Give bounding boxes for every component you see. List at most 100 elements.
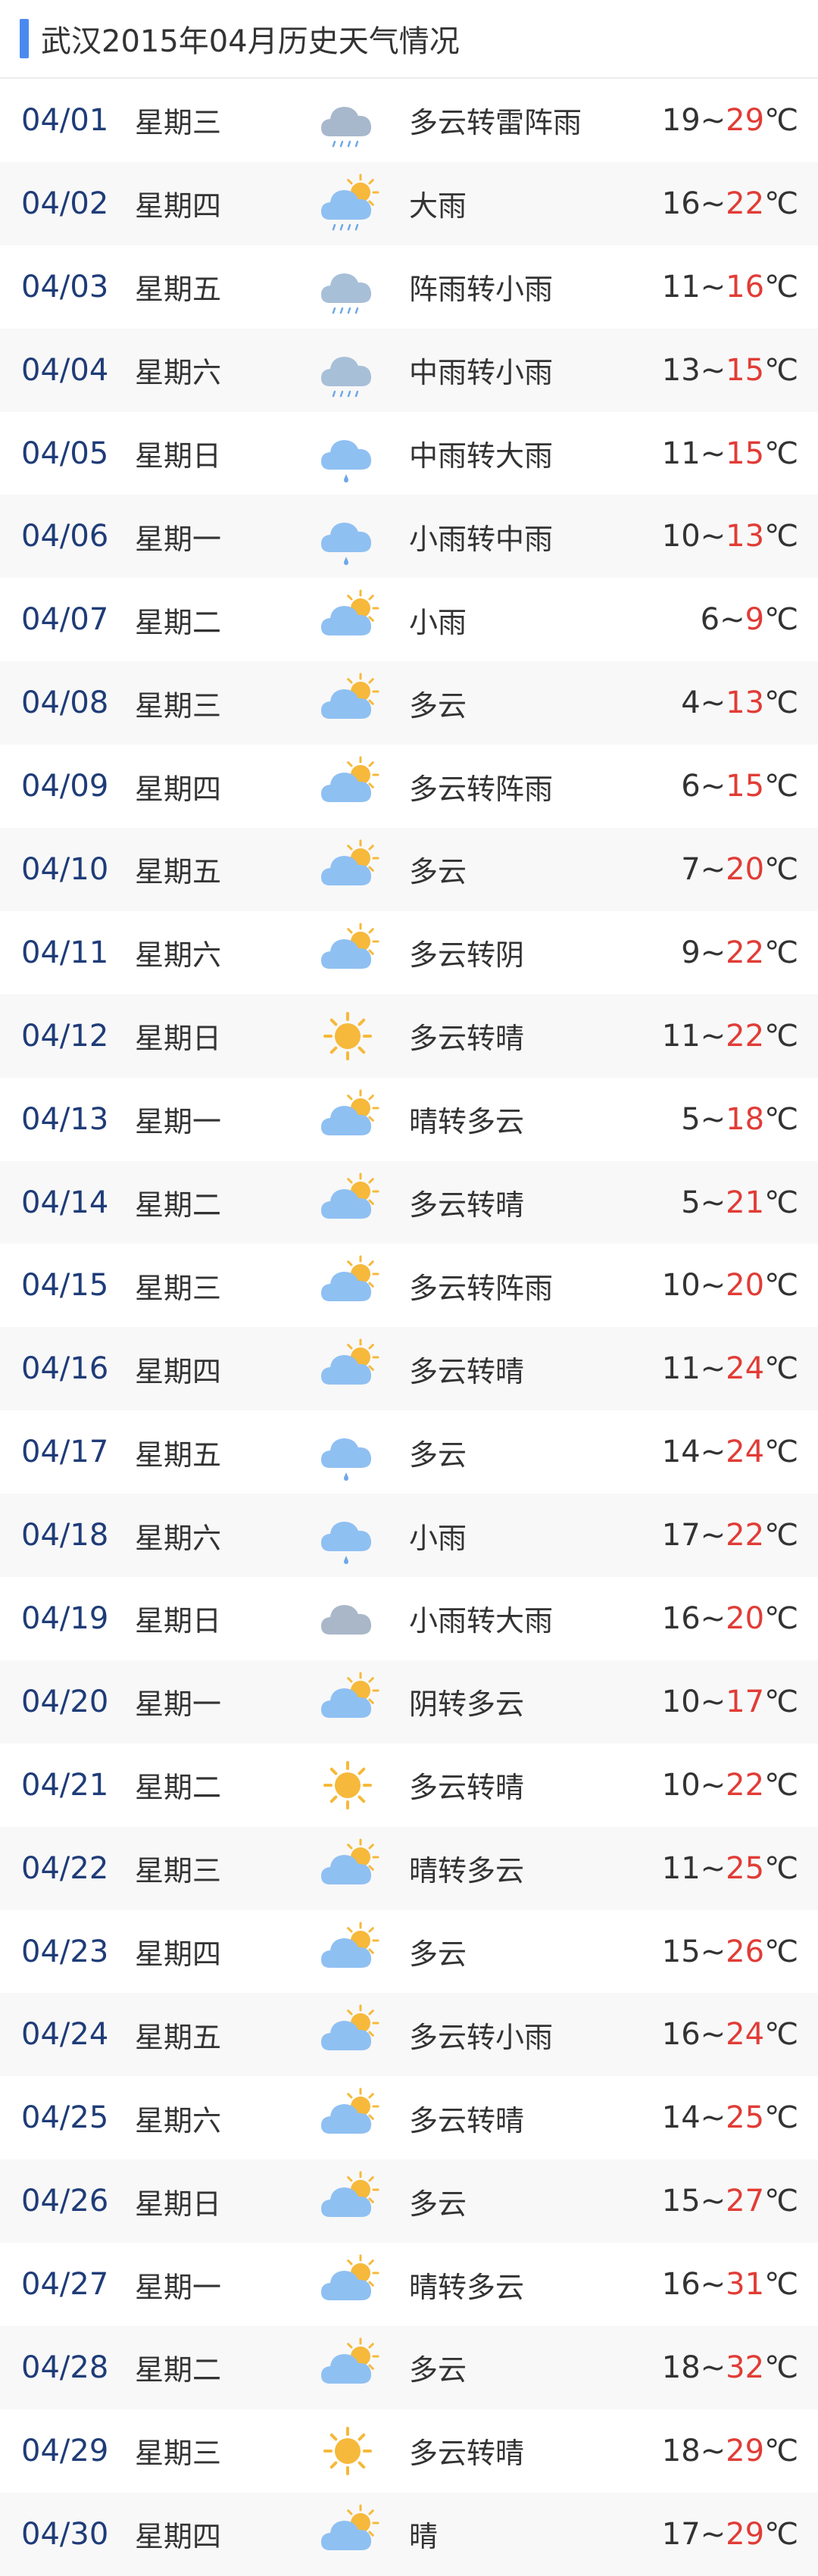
weather-row[interactable]: 04/24 星期五 多云转小雨 16~24℃ bbox=[0, 1993, 818, 2077]
weather-row[interactable]: 04/02 星期四 大雨 16~22℃ bbox=[0, 161, 818, 245]
weather-row[interactable]: 04/06 星期一 小雨转中雨 10~13℃ bbox=[0, 495, 818, 579]
weather-description: 多云转小雨 bbox=[409, 2020, 554, 2054]
temperature-range: 18~29℃ bbox=[662, 2434, 798, 2468]
partly-cloudy-icon bbox=[314, 752, 382, 820]
sunny-icon bbox=[314, 2417, 382, 2485]
weather-description: 多云 bbox=[409, 855, 467, 889]
temp-unit: ℃ bbox=[764, 1767, 798, 1803]
weather-row[interactable]: 04/03 星期五 阵雨转小雨 11~16℃ bbox=[0, 245, 818, 329]
weekday-label: 星期六 bbox=[135, 1521, 222, 1555]
temp-separator: ~ bbox=[700, 685, 726, 721]
partly-cloudy-icon bbox=[314, 1668, 382, 1736]
temperature-range: 5~21℃ bbox=[681, 1185, 798, 1220]
weather-row[interactable]: 04/15 星期三 多云转阵雨 10~20℃ bbox=[0, 1244, 818, 1327]
low-temp: 6 bbox=[700, 602, 720, 638]
weather-row[interactable]: 04/14 星期二 多云转晴 5~21℃ bbox=[0, 1160, 818, 1244]
weather-description: 晴转多云 bbox=[409, 1105, 525, 1139]
weekday-label: 星期五 bbox=[135, 1438, 222, 1472]
weather-row[interactable]: 04/04 星期六 中雨转小雨 13~15℃ bbox=[0, 328, 818, 412]
partly-cloudy-icon bbox=[314, 585, 382, 654]
temp-separator: ~ bbox=[720, 602, 745, 638]
low-temp: 11 bbox=[661, 436, 701, 471]
weather-row[interactable]: 04/17 星期五 多云 14~24℃ bbox=[0, 1410, 818, 1494]
date-label: 04/12 bbox=[21, 1018, 109, 1054]
temp-separator: ~ bbox=[700, 1351, 726, 1387]
temp-separator: ~ bbox=[700, 2184, 726, 2219]
weather-description: 多云转阵雨 bbox=[409, 772, 554, 806]
weather-row[interactable]: 04/19 星期日 小雨转大雨 16~20℃ bbox=[0, 1577, 818, 1660]
temp-unit: ℃ bbox=[764, 352, 798, 388]
weather-row[interactable]: 04/27 星期一 晴转多云 16~31℃ bbox=[0, 2243, 818, 2326]
weather-row[interactable]: 04/28 星期二 多云 18~32℃ bbox=[0, 2326, 818, 2409]
weather-row[interactable]: 04/09 星期四 多云转阵雨 6~15℃ bbox=[0, 745, 818, 828]
weather-description: 多云转晴 bbox=[409, 2437, 525, 2471]
date-label: 04/23 bbox=[21, 1934, 109, 1969]
high-temp: 29 bbox=[726, 102, 765, 138]
weather-description: 多云 bbox=[409, 2353, 467, 2387]
weather-row[interactable]: 04/01 星期三 多云转雷阵雨 19~29℃ bbox=[0, 79, 818, 162]
weekday-label: 星期四 bbox=[135, 2520, 222, 2554]
weekday-label: 星期四 bbox=[135, 772, 222, 806]
temp-separator: ~ bbox=[700, 1518, 726, 1553]
weather-row[interactable]: 04/12 星期日 多云转晴 11~22℃ bbox=[0, 994, 818, 1078]
weather-description: 多云转晴 bbox=[409, 1771, 525, 1805]
temp-separator: ~ bbox=[700, 102, 726, 138]
low-temp: 10 bbox=[661, 1767, 701, 1803]
high-temp: 15 bbox=[726, 769, 765, 804]
high-temp: 22 bbox=[726, 1018, 765, 1054]
weather-row[interactable]: 04/20 星期一 阴转多云 10~17℃ bbox=[0, 1660, 818, 1744]
weather-row[interactable]: 04/30 星期四 晴 17~29℃ bbox=[0, 2492, 818, 2576]
weather-description: 小雨 bbox=[409, 1521, 467, 1555]
weather-row[interactable]: 04/13 星期一 晴转多云 5~18℃ bbox=[0, 1078, 818, 1161]
temperature-range: 14~24℃ bbox=[662, 1435, 798, 1469]
partly-cloudy-icon bbox=[314, 669, 382, 737]
low-temp: 5 bbox=[681, 1101, 701, 1137]
weather-row[interactable]: 04/05 星期日 中雨转大雨 11~15℃ bbox=[0, 412, 818, 495]
date-label: 04/28 bbox=[21, 2350, 109, 2385]
temperature-range: 6~9℃ bbox=[701, 602, 798, 637]
weather-row[interactable]: 04/16 星期四 多云转晴 11~24℃ bbox=[0, 1327, 818, 1411]
high-temp: 22 bbox=[726, 1767, 765, 1803]
temp-unit: ℃ bbox=[764, 769, 798, 804]
weekday-label: 星期三 bbox=[135, 1271, 222, 1305]
weather-row[interactable]: 04/07 星期二 小雨 6~9℃ bbox=[0, 578, 818, 661]
temp-separator: ~ bbox=[700, 1101, 726, 1137]
weather-row[interactable]: 04/10 星期五 多云 7~20℃ bbox=[0, 828, 818, 911]
date-label: 04/15 bbox=[21, 1268, 109, 1304]
weekday-label: 星期五 bbox=[135, 273, 222, 307]
weather-row[interactable]: 04/18 星期六 小雨 17~22℃ bbox=[0, 1494, 818, 1578]
temp-unit: ℃ bbox=[764, 1351, 798, 1387]
low-temp: 16 bbox=[661, 2017, 701, 2053]
weather-description: 多云转阵雨 bbox=[409, 1271, 554, 1305]
low-temp: 14 bbox=[661, 1435, 701, 1470]
sun-cloud-rain-icon bbox=[314, 170, 382, 238]
temp-unit: ℃ bbox=[764, 935, 798, 970]
weather-row[interactable]: 04/11 星期六 多云转阴 9~22℃ bbox=[0, 911, 818, 994]
weekday-label: 星期四 bbox=[135, 189, 222, 223]
temp-separator: ~ bbox=[700, 851, 726, 887]
weather-row[interactable]: 04/21 星期二 多云转晴 10~22℃ bbox=[0, 1744, 818, 1827]
partly-cloudy-icon bbox=[314, 1085, 382, 1154]
low-temp: 17 bbox=[661, 2516, 701, 2552]
temp-unit: ℃ bbox=[764, 2017, 798, 2053]
weather-row[interactable]: 04/29 星期三 多云转晴 18~29℃ bbox=[0, 2409, 818, 2493]
weather-row[interactable]: 04/25 星期六 多云转晴 14~25℃ bbox=[0, 2076, 818, 2159]
low-temp: 4 bbox=[681, 685, 701, 721]
high-temp: 21 bbox=[726, 1185, 765, 1220]
weekday-label: 星期日 bbox=[135, 2187, 222, 2221]
low-temp: 10 bbox=[661, 1684, 701, 1719]
temp-separator: ~ bbox=[700, 186, 726, 221]
temp-separator: ~ bbox=[700, 1684, 726, 1719]
temp-unit: ℃ bbox=[764, 1101, 798, 1137]
moderate-rain-icon bbox=[314, 336, 382, 404]
temp-unit: ℃ bbox=[764, 685, 798, 721]
weather-row[interactable]: 04/26 星期日 多云 15~27℃ bbox=[0, 2159, 818, 2243]
temperature-range: 11~25℃ bbox=[662, 1851, 798, 1886]
weather-row[interactable]: 04/08 星期三 多云 4~13℃ bbox=[0, 661, 818, 745]
low-temp: 16 bbox=[661, 1600, 701, 1636]
temp-separator: ~ bbox=[700, 935, 726, 970]
weather-row[interactable]: 04/23 星期四 多云 15~26℃ bbox=[0, 1910, 818, 1994]
weather-row[interactable]: 04/22 星期三 晴转多云 11~25℃ bbox=[0, 1826, 818, 1910]
temp-unit: ℃ bbox=[764, 436, 798, 471]
temp-separator: ~ bbox=[700, 1185, 726, 1220]
